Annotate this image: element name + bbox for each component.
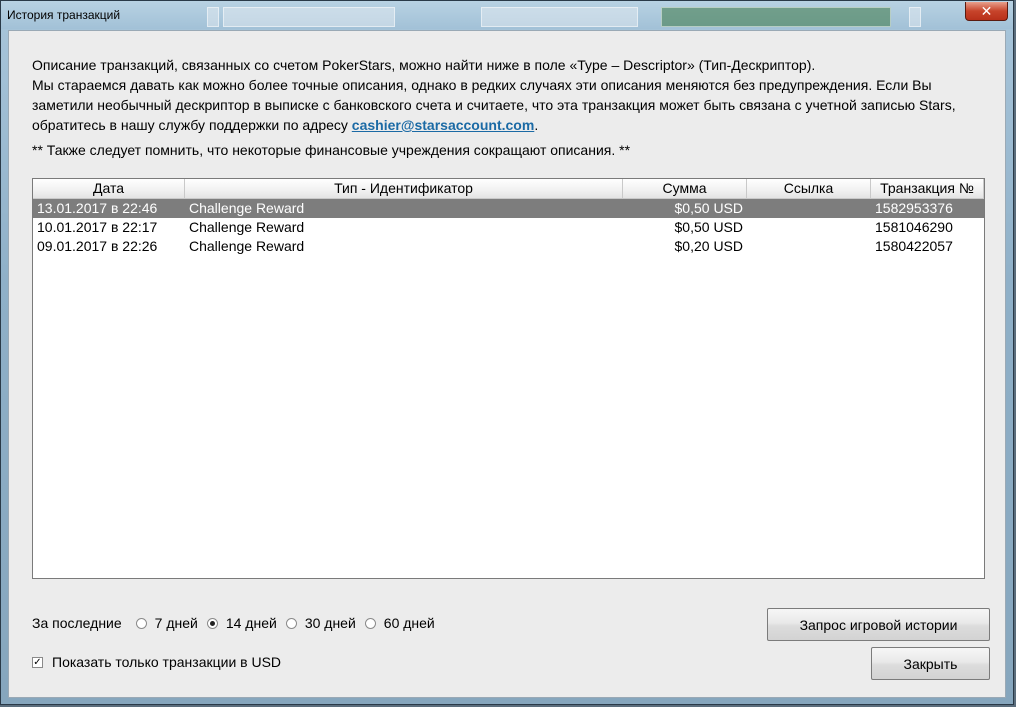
cell-reference (747, 237, 871, 256)
radio-button[interactable] (285, 617, 297, 629)
column-header-reference[interactable]: Ссылка (747, 179, 871, 198)
cell-amount: $0,50 USD (674, 200, 743, 216)
radio-30-days[interactable]: 30 дней (285, 615, 356, 631)
period-filter-label: За последние (32, 615, 122, 631)
usd-only-checkbox[interactable]: ✓ Показать только транзакции в USD (32, 652, 281, 672)
radio-button[interactable] (135, 617, 147, 629)
radio-label: 60 дней (383, 615, 435, 631)
usd-only-label: Показать только транзакции в USD (52, 654, 282, 670)
column-header-type[interactable]: Тип - Идентификатор (185, 179, 623, 198)
table-header: Дата Тип - Идентификатор Сумма Ссылка Тр… (33, 179, 984, 199)
window-title: История транзакций (7, 8, 121, 22)
table-row[interactable]: 13.01.2017 в 22:46 Challenge Reward $0,5… (33, 199, 984, 218)
radio-button[interactable] (206, 617, 218, 629)
cell-reference (747, 218, 871, 237)
table-row[interactable]: 09.01.2017 в 22:26 Challenge Reward $0,2… (33, 237, 984, 256)
cell-amount: $0,20 USD (674, 238, 743, 254)
dialog-body: Описание транзакций, связанных со счетом… (8, 30, 1006, 698)
description-line-1: Описание транзакций, связанных со счетом… (32, 57, 816, 73)
description-text: Описание транзакций, связанных со счетом… (32, 55, 982, 135)
background-ghost (207, 7, 219, 27)
cell-reference (747, 199, 871, 218)
request-game-history-button[interactable]: Запрос игровой истории (767, 608, 990, 641)
description-line-2: Мы стараемся давать как можно более точн… (32, 77, 956, 133)
background-ghost (909, 7, 921, 27)
checkbox[interactable]: ✓ (32, 656, 43, 668)
radio-60-days[interactable]: 60 дней (364, 615, 435, 631)
cell-date: 13.01.2017 в 22:46 (37, 200, 158, 216)
close-button[interactable]: Закрыть (871, 647, 990, 680)
cell-transaction: 1581046290 (875, 219, 953, 235)
cell-transaction: 1580422057 (875, 238, 953, 254)
support-email-link[interactable]: cashier@starsaccount.com (352, 117, 535, 133)
check-icon: ✓ (33, 656, 42, 668)
column-header-amount[interactable]: Сумма (623, 179, 747, 198)
cell-type: Challenge Reward (189, 238, 305, 254)
title-bar[interactable]: История транзакций ✕ (1, 1, 1013, 29)
column-header-transaction[interactable]: Транзакция № (871, 179, 984, 198)
cell-transaction: 1582953376 (875, 200, 953, 216)
radio-label: 7 дней (154, 615, 198, 631)
cell-amount: $0,50 USD (674, 219, 743, 235)
period-filter: За последние 7 дней 14 дней 30 дней 60 д… (32, 613, 444, 633)
radio-14-days[interactable]: 14 дней (206, 615, 277, 631)
radio-label: 14 дней (225, 615, 277, 631)
background-ghost (481, 7, 638, 27)
close-icon: ✕ (980, 3, 993, 19)
radio-label: 30 дней (304, 615, 356, 631)
table-row[interactable]: 10.01.2017 в 22:17 Challenge Reward $0,5… (33, 218, 984, 237)
cell-date: 10.01.2017 в 22:17 (37, 219, 158, 235)
transactions-table: Дата Тип - Идентификатор Сумма Ссылка Тр… (32, 178, 985, 579)
transaction-history-window: История транзакций ✕ Описание транзакций… (0, 0, 1014, 705)
cell-type: Challenge Reward (189, 200, 305, 216)
close-window-button[interactable]: ✕ (965, 2, 1008, 21)
description-note: ** Также следует помнить, что некоторые … (32, 142, 631, 158)
background-ghost (661, 7, 891, 27)
column-header-date[interactable]: Дата (33, 179, 185, 198)
radio-7-days[interactable]: 7 дней (135, 615, 198, 631)
cell-type: Challenge Reward (189, 219, 305, 235)
radio-button[interactable] (364, 617, 376, 629)
cell-date: 09.01.2017 в 22:26 (37, 238, 158, 254)
background-ghost (223, 7, 395, 27)
